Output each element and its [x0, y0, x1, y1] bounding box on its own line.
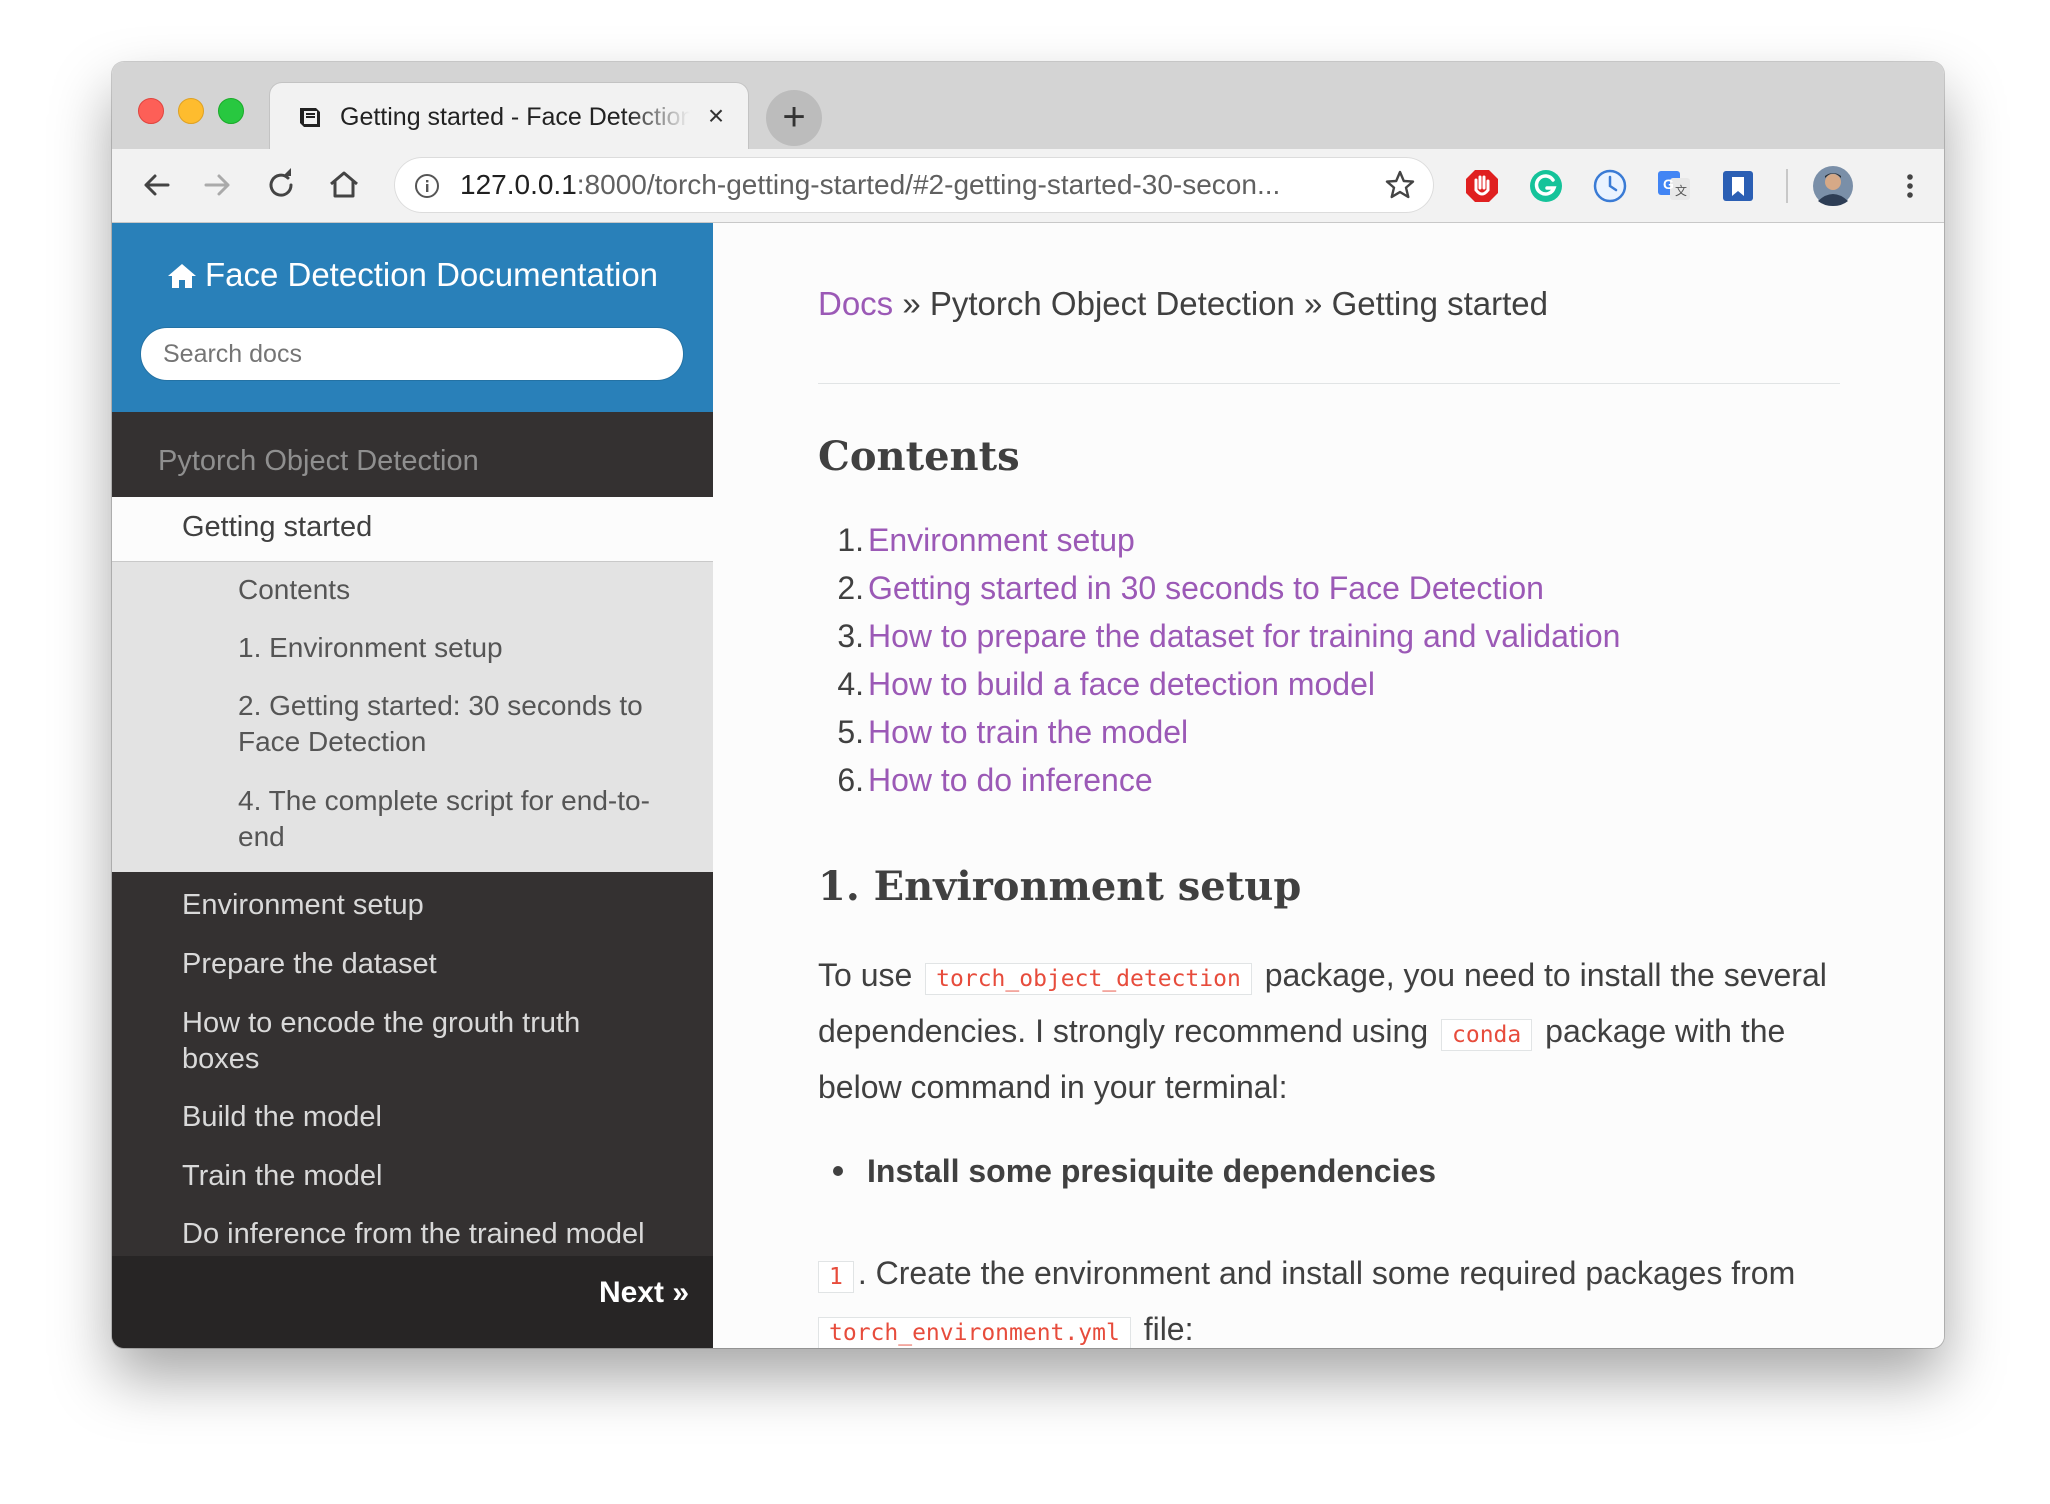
paragraph-create-environment: 1. Create the environment and install so…: [818, 1247, 1858, 1348]
sidebar-subitem-getting-started[interactable]: 2. Getting started: 30 seconds to Face D…: [238, 688, 658, 760]
home-icon: [167, 264, 196, 288]
address-bar[interactable]: 127.0.0.1:8000/torch-getting-started/#2-…: [394, 157, 1434, 213]
forward-arrow-icon[interactable]: [198, 165, 238, 205]
inline-code: 1: [818, 1261, 854, 1293]
bullet-dot: [833, 1166, 843, 1176]
google-translate-extension-icon[interactable]: G 文: [1656, 168, 1692, 204]
sidebar-item-inference[interactable]: Do inference from the trained model: [182, 1216, 662, 1252]
docs-sidebar: Face Detection Documentation Pytorch Obj…: [112, 223, 713, 1348]
toc-number: 4.: [837, 666, 864, 702]
toc-number: 3.: [837, 618, 864, 654]
sidebar-item-encode-ground-truth[interactable]: How to encode the grouth truth boxes: [182, 1005, 602, 1077]
bookmark-extension-icon[interactable]: [1720, 168, 1756, 204]
browser-toolbar: 127.0.0.1:8000/torch-getting-started/#2-…: [112, 149, 1944, 223]
profile-avatar[interactable]: [1812, 165, 1854, 207]
toc-link-environment-setup[interactable]: Environment setup: [868, 522, 1135, 558]
url-path: :8000/torch-getting-started/#2-getting-s…: [576, 169, 1281, 200]
tab-strip: Getting started - Face Detection × +: [112, 62, 1944, 149]
toc-link-build-model[interactable]: How to build a face detection model: [868, 666, 1375, 702]
back-arrow-icon[interactable]: [136, 165, 176, 205]
bullet-text: Install some presiquite dependencies: [867, 1153, 1437, 1189]
sidebar-caption: Pytorch Object Detection: [158, 445, 479, 477]
bullet-item: Install some presiquite dependencies: [833, 1153, 1436, 1190]
text-span: To use: [818, 957, 913, 993]
toc-link-getting-started[interactable]: Getting started in 30 seconds to Face De…: [868, 570, 1544, 606]
tab-active[interactable]: Getting started - Face Detection ×: [270, 83, 748, 149]
toc-list: 1. Environment setup 2. Getting started in…: [818, 516, 1620, 804]
sidebar-item-build-model[interactable]: Build the model: [182, 1099, 662, 1135]
toc-number: 1.: [837, 522, 864, 558]
brand-link[interactable]: Face Detection Documentation: [112, 253, 713, 297]
tab-close-button[interactable]: ×: [702, 102, 730, 130]
inline-code: conda: [1441, 1019, 1533, 1051]
toc-item: 2. Getting started in 30 seconds to Face …: [818, 564, 1620, 612]
bookmark-star-icon[interactable]: [1384, 169, 1416, 201]
breadcrumb-docs-link[interactable]: Docs: [818, 285, 893, 322]
minimize-window-button[interactable]: [178, 98, 204, 124]
adblock-extension-icon[interactable]: [1464, 168, 1500, 204]
toc-item: 6. How to do inference: [818, 756, 1620, 804]
main-content: Docs » Pytorch Object Detection » Gettin…: [713, 223, 1944, 1348]
breadcrumb: Docs » Pytorch Object Detection » Gettin…: [818, 285, 1548, 323]
zoom-window-button[interactable]: [218, 98, 244, 124]
sidebar-header: Face Detection Documentation: [112, 223, 713, 412]
inline-code: torch_environment.yml: [818, 1317, 1131, 1348]
inline-code: torch_object_detection: [925, 963, 1252, 995]
info-icon[interactable]: [414, 173, 440, 199]
toc-number: 5.: [837, 714, 864, 750]
svg-text:文: 文: [1675, 183, 1687, 198]
svg-text:G: G: [1663, 176, 1674, 192]
breadcrumb-divider: [818, 383, 1840, 384]
toc-item: 1. Environment setup: [818, 516, 1620, 564]
brand-title: Face Detection Documentation: [204, 256, 659, 293]
toc-item: 3. How to prepare the dataset for trainin…: [818, 612, 1620, 660]
sidebar-item-getting-started[interactable]: Getting started: [112, 497, 713, 562]
clock-extension-icon[interactable]: [1592, 168, 1628, 204]
url-text[interactable]: 127.0.0.1:8000/torch-getting-started/#2-…: [460, 168, 1360, 202]
sidebar-subitem-environment-setup[interactable]: 1. Environment setup: [238, 630, 658, 666]
sidebar-footer: Next »: [112, 1256, 713, 1348]
text-span: file:: [1143, 1311, 1194, 1347]
toc-number: 6.: [837, 762, 864, 798]
next-button[interactable]: Next »: [599, 1276, 689, 1310]
sidebar-subnav: Contents 1. Environment setup 2. Getting…: [112, 562, 713, 872]
sidebar-item-label: Getting started: [182, 511, 373, 543]
new-tab-button[interactable]: +: [766, 90, 822, 146]
search-docs-input[interactable]: [140, 327, 684, 381]
close-window-button[interactable]: [138, 98, 164, 124]
book-icon: [300, 108, 320, 127]
breadcrumb-trail: » Pytorch Object Detection » Getting sta…: [893, 285, 1549, 322]
sidebar-item-train-model[interactable]: Train the model: [182, 1158, 662, 1194]
sidebar-item-environment-setup[interactable]: Environment setup: [182, 887, 662, 923]
toc-item: 5. How to train the model: [818, 708, 1620, 756]
kebab-menu-icon[interactable]: [1892, 168, 1928, 204]
toc-link-inference[interactable]: How to do inference: [868, 762, 1153, 798]
text-span: . Create the environment and install som…: [857, 1255, 1796, 1291]
home-icon[interactable]: [324, 165, 364, 205]
sidebar-subitem-complete-script[interactable]: 4. The complete script for end-to-end: [238, 783, 658, 855]
toc-item: 4. How to build a face detection model: [818, 660, 1620, 708]
grammarly-extension-icon[interactable]: [1528, 168, 1564, 204]
sidebar-item-prepare-dataset[interactable]: Prepare the dataset: [182, 946, 662, 982]
paragraph-environment-intro: To use torch_object_detection package, y…: [818, 949, 1858, 1113]
tab-title: Getting started - Face Detection: [340, 103, 690, 131]
toc-link-train-model[interactable]: How to train the model: [868, 714, 1188, 750]
sidebar-subitem-contents[interactable]: Contents: [238, 572, 658, 608]
reload-icon[interactable]: [261, 165, 301, 205]
section-heading-environment-setup: 1. Environment setup: [818, 863, 1302, 910]
contents-heading: Contents: [818, 433, 1020, 480]
url-host: 127.0.0.1: [460, 169, 577, 200]
toolbar-separator: [1786, 169, 1788, 203]
browser-window: Getting started - Face Detection × + 127…: [112, 62, 1944, 1348]
toc-number: 2.: [837, 570, 864, 606]
toc-link-prepare-dataset[interactable]: How to prepare the dataset for training …: [868, 618, 1620, 654]
